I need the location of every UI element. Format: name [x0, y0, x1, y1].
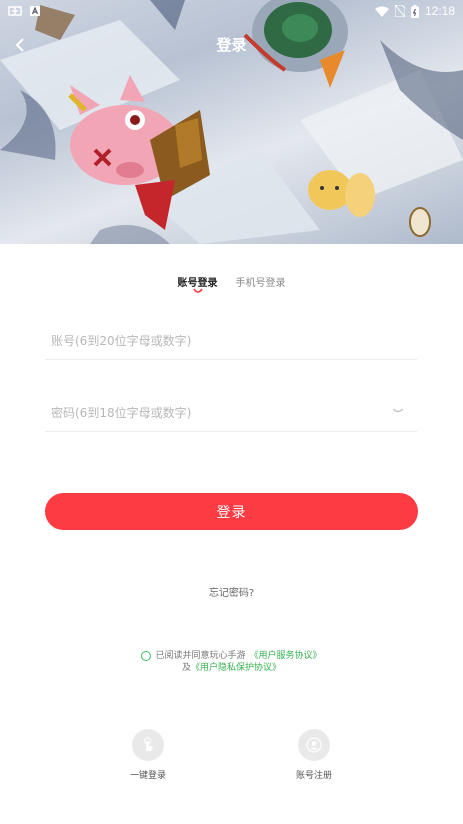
register-account-circle	[298, 729, 330, 761]
a-notification-icon	[30, 6, 40, 16]
tab-phone-login-label: 手机号登录	[235, 278, 286, 289]
privacy-agreement-link[interactable]: 《用户隐私保护协议》	[191, 663, 281, 673]
agreement-prefix: 已阅读并同意玩心手游	[155, 651, 246, 661]
chevron-left-icon	[15, 38, 24, 52]
account-field-wrapper	[45, 322, 417, 360]
forgot-password-link[interactable]: 忘记密码?	[0, 584, 463, 599]
agreement-join: 及	[181, 663, 191, 673]
hero-banner: 12:18 登录	[0, 0, 463, 244]
user-register-icon	[306, 737, 322, 753]
account-input[interactable]	[45, 322, 417, 359]
service-agreement-link[interactable]: 《用户服务协议》	[250, 650, 322, 662]
one-tap-login-option[interactable]: 一键登录	[113, 729, 183, 781]
page-title: 登录	[216, 36, 247, 54]
no-sim-icon	[394, 5, 405, 17]
back-button[interactable]	[8, 30, 32, 60]
one-tap-login-circle	[132, 729, 164, 761]
agreement-section: 已阅读并同意玩心手游 《用户服务协议》 及《用户隐私保护协议》	[0, 650, 463, 674]
eye-closed-icon[interactable]	[391, 406, 405, 416]
one-tap-icon	[144, 737, 153, 751]
register-account-label: 账号注册	[295, 771, 332, 781]
password-field-wrapper	[45, 394, 417, 432]
register-account-option[interactable]: 账号注册	[279, 729, 349, 781]
battery-icon	[410, 4, 419, 18]
one-tap-login-label: 一键登录	[129, 771, 166, 781]
login-button[interactable]: 登录	[45, 493, 418, 530]
tab-active-indicator	[192, 288, 203, 293]
agreement-checkbox[interactable]	[141, 651, 152, 661]
tab-phone-login[interactable]: 手机号登录	[236, 272, 286, 300]
status-time: 12:18	[424, 4, 455, 18]
login-tabs: 账号登录 手机号登录	[0, 272, 463, 300]
nav-bar: 登录	[0, 30, 463, 60]
status-bar: 12:18	[0, 0, 463, 22]
password-input[interactable]	[45, 394, 417, 431]
app-notification-icon	[8, 6, 22, 16]
wifi-icon	[374, 6, 389, 17]
tab-account-login[interactable]: 账号登录	[178, 272, 218, 300]
